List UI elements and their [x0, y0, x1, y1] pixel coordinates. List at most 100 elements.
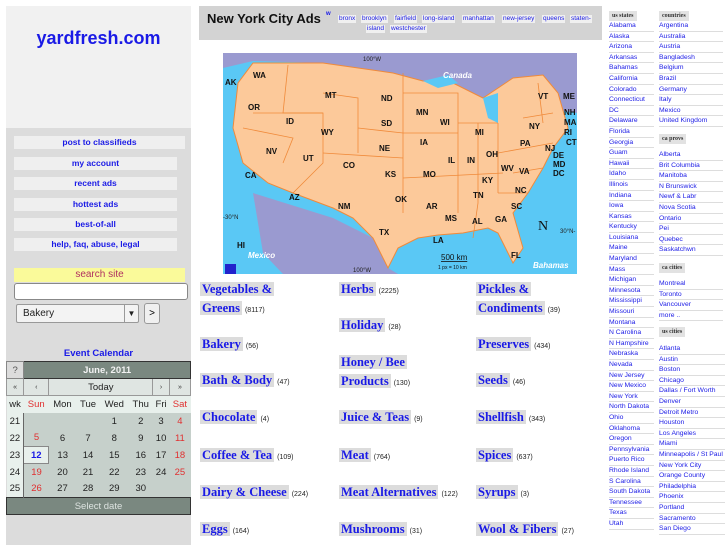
- recent-ads-link[interactable]: recent ads: [14, 177, 177, 190]
- us-state-link[interactable]: Alabama: [609, 21, 654, 32]
- us-city-link[interactable]: San Diego: [659, 524, 725, 535]
- us-state-link[interactable]: Illinois: [609, 180, 654, 191]
- ca-province-link[interactable]: Ontario: [659, 214, 723, 225]
- us-state-link[interactable]: Mass: [609, 265, 654, 276]
- state-label-oh[interactable]: OH: [486, 150, 498, 159]
- area-link-queens[interactable]: queens: [542, 15, 566, 23]
- us-state-link[interactable]: Hawaii: [609, 159, 654, 170]
- calendar-day[interactable]: 8: [99, 429, 129, 447]
- today-button[interactable]: Today: [48, 378, 154, 396]
- calendar-day[interactable]: 28: [76, 480, 100, 498]
- us-state-link[interactable]: California: [609, 74, 654, 85]
- category-link[interactable]: Juice & Teas: [339, 410, 412, 424]
- state-label-ne[interactable]: NE: [379, 144, 391, 153]
- us-state-link[interactable]: Nebraska: [609, 349, 654, 360]
- state-label-il[interactable]: IL: [448, 156, 455, 165]
- calendar-day[interactable]: 3: [152, 412, 170, 430]
- us-state-link[interactable]: Florida: [609, 127, 654, 138]
- post-to-classifieds-link[interactable]: post to classifieds: [14, 136, 185, 149]
- country-link[interactable]: Mexico: [659, 106, 723, 117]
- area-link-manhattan[interactable]: manhattan: [462, 15, 495, 23]
- us-city-link[interactable]: Sacramento: [659, 514, 725, 525]
- calendar-day[interactable]: 4: [169, 412, 191, 430]
- us-state-link[interactable]: S Carolina: [609, 477, 654, 488]
- search-input[interactable]: [14, 283, 188, 300]
- state-label-va[interactable]: VA: [519, 167, 530, 176]
- state-label-vt[interactable]: VT: [538, 92, 548, 101]
- state-label-mi[interactable]: MI: [475, 128, 484, 137]
- calendar-day[interactable]: 16: [128, 446, 153, 464]
- area-link-westchester[interactable]: westchester: [390, 25, 427, 33]
- us-city-link[interactable]: Dallas / Fort Worth: [659, 386, 725, 397]
- ca-province-link[interactable]: Saskatchwn: [659, 245, 723, 256]
- calendar-day[interactable]: 23: [128, 463, 153, 481]
- hi-label[interactable]: HI: [237, 241, 245, 250]
- calendar-day[interactable]: 11: [169, 429, 191, 447]
- us-city-link[interactable]: Miami: [659, 439, 725, 450]
- country-link[interactable]: Australia: [659, 32, 723, 43]
- us-city-link[interactable]: Los Angeles: [659, 429, 725, 440]
- us-city-link[interactable]: Boston: [659, 365, 725, 376]
- country-link[interactable]: Germany: [659, 85, 723, 96]
- state-label-id[interactable]: ID: [286, 117, 294, 126]
- country-link[interactable]: Belgium: [659, 63, 723, 74]
- state-label-dc[interactable]: DC: [553, 169, 565, 178]
- ca-province-link[interactable]: Manitoba: [659, 171, 723, 182]
- state-label-nd[interactable]: ND: [381, 94, 393, 103]
- us-state-link[interactable]: Utah: [609, 519, 654, 530]
- category-link[interactable]: Chocolate: [200, 410, 258, 424]
- us-state-link[interactable]: Ohio: [609, 413, 654, 424]
- help-faq-link[interactable]: help, faq, abuse, legal: [14, 238, 177, 251]
- us-state-link[interactable]: Arizona: [609, 42, 654, 53]
- ak-label[interactable]: AK: [225, 78, 237, 87]
- state-label-mn[interactable]: MN: [416, 108, 429, 117]
- us-city-link[interactable]: Phoenix: [659, 492, 725, 503]
- state-label-ia[interactable]: IA: [420, 138, 428, 147]
- w-link[interactable]: w: [326, 11, 331, 17]
- state-label-wa[interactable]: WA: [253, 71, 266, 80]
- area-link-staten-island[interactable]: staten-: [570, 15, 592, 23]
- state-label-ma[interactable]: MA: [564, 118, 577, 127]
- us-state-link[interactable]: Kansas: [609, 212, 654, 223]
- us-state-link[interactable]: Maine: [609, 243, 654, 255]
- us-city-link[interactable]: Philadelphia: [659, 482, 725, 493]
- us-state-link[interactable]: Connecticut: [609, 95, 654, 106]
- us-state-link[interactable]: Oklahoma: [609, 424, 654, 435]
- ca-province-link[interactable]: Alberta: [659, 150, 723, 161]
- calendar-day[interactable]: 24: [152, 463, 170, 481]
- state-label-tx[interactable]: TX: [379, 228, 390, 237]
- state-label-me[interactable]: ME: [563, 92, 576, 101]
- country-link[interactable]: Argentina: [659, 21, 723, 32]
- calendar-day[interactable]: 22: [99, 463, 129, 481]
- state-label-mo[interactable]: MO: [423, 170, 436, 179]
- ca-city-link[interactable]: Vancouver: [659, 300, 723, 311]
- us-state-link[interactable]: Texas: [609, 508, 654, 519]
- hottest-ads-link[interactable]: hottest ads: [14, 198, 177, 211]
- state-label-ny[interactable]: NY: [529, 122, 541, 131]
- us-state-link[interactable]: Guam: [609, 148, 654, 159]
- state-label-md[interactable]: MD: [553, 160, 566, 169]
- state-label-ga[interactable]: GA: [495, 215, 507, 224]
- us-state-link[interactable]: Bahamas: [609, 63, 654, 74]
- calendar-day[interactable]: 12: [23, 446, 50, 464]
- country-link[interactable]: United Kingdom: [659, 116, 723, 127]
- calendar-day[interactable]: 6: [48, 429, 77, 447]
- us-city-link[interactable]: Minneapolis / St Paul: [659, 450, 725, 461]
- us-state-link[interactable]: Louisiana: [609, 233, 654, 244]
- us-state-link[interactable]: Alaska: [609, 32, 654, 43]
- us-city-link[interactable]: Atlanta: [659, 344, 725, 355]
- us-state-link[interactable]: Maryland: [609, 254, 654, 265]
- category-link[interactable]: Coffee & Tea: [200, 448, 275, 462]
- calendar-day[interactable]: 14: [76, 446, 100, 464]
- us-city-link[interactable]: Portland: [659, 503, 725, 514]
- calendar-day[interactable]: 30: [128, 480, 153, 498]
- us-state-link[interactable]: Kentucky: [609, 222, 654, 233]
- country-link[interactable]: Austria: [659, 42, 723, 53]
- calendar-day[interactable]: 25: [169, 463, 191, 481]
- us-state-link[interactable]: Arkansas: [609, 53, 654, 64]
- category-link[interactable]: Bath & Body: [200, 373, 275, 387]
- us-state-link[interactable]: New York: [609, 392, 654, 403]
- us-state-link[interactable]: N Hampshire: [609, 339, 654, 350]
- ca-province-link[interactable]: Brit Columbia: [659, 161, 723, 172]
- state-label-nm[interactable]: NM: [338, 202, 351, 211]
